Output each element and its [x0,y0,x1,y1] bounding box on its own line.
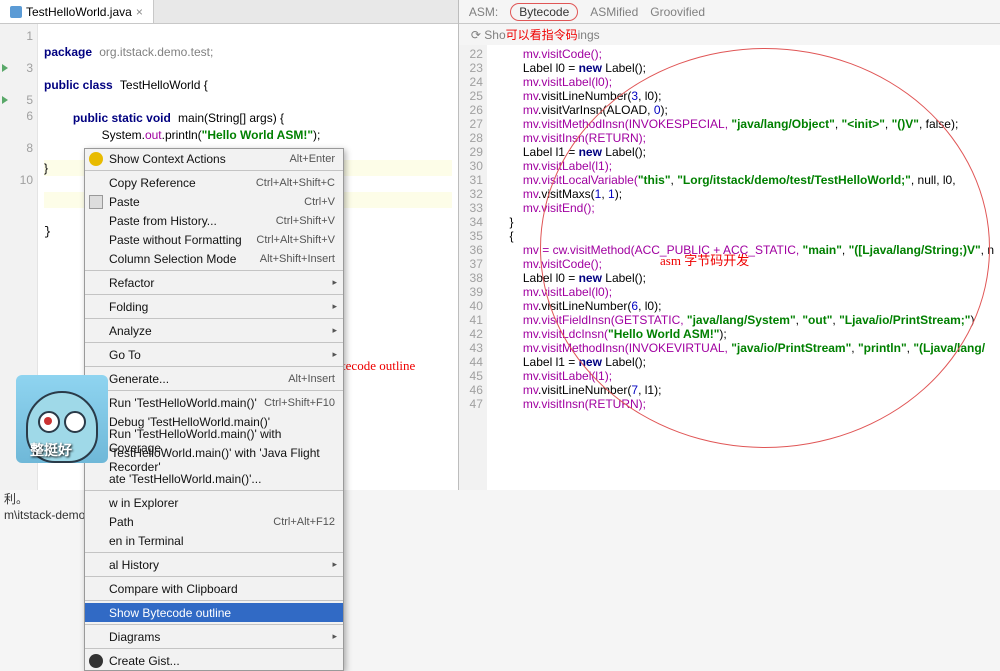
tab-bytecode[interactable]: Bytecode [510,3,578,21]
menu-item[interactable]: Diagrams [85,627,343,646]
menu-item[interactable]: Paste from History...Ctrl+Shift+V [85,211,343,230]
file-tab[interactable]: TestHelloWorld.java × [0,0,154,23]
menu-item[interactable]: Generate...Alt+Insert [85,369,343,388]
asm-label: ASM: [469,5,498,19]
context-menu[interactable]: Show Context ActionsAlt+Enter Copy Refere… [84,148,344,671]
close-icon[interactable]: × [136,5,143,19]
menu-item[interactable]: PathCtrl+Alt+F12 [85,512,343,531]
menu-item[interactable]: al History [85,555,343,574]
hint-row: ⟳ Sho可以看指令码ings [459,24,1000,45]
menu-item[interactable]: en in Terminal [85,531,343,550]
menu-item[interactable]: Show Context ActionsAlt+Enter [85,149,343,168]
menu-item[interactable]: Compare with Clipboard [85,579,343,598]
highlight-ellipse [540,48,990,448]
menu-item[interactable]: Show Bytecode outline [85,603,343,622]
menu-item[interactable]: Go To [85,345,343,364]
menu-item[interactable]: Analyze [85,321,343,340]
menu-item[interactable]: Create Gist... [85,651,343,670]
annotation-asm: asm 字节码开发 [660,250,749,269]
avatar-caption: 整挺好 [30,440,72,460]
tab-asmified[interactable]: ASMified [590,5,638,19]
menu-item[interactable]: Run 'TestHelloWorld.main()'Ctrl+Shift+F1… [85,393,343,412]
menu-item[interactable]: w in Explorer [85,493,343,512]
menu-item[interactable]: Paste without FormattingCtrl+Alt+Shift+V [85,230,343,249]
asm-gutter: 2223242526272829303132333435363738394041… [459,45,487,490]
asm-tabs: ASM: Bytecode ASMified Groovified [459,0,1000,24]
menu-item[interactable]: Folding [85,297,343,316]
tab-groovified[interactable]: Groovified [650,5,705,19]
menu-item[interactable]: ate 'TestHelloWorld.main()'... [85,469,343,488]
file-tab-label: TestHelloWorld.java [26,5,132,19]
menu-item[interactable]: PasteCtrl+V [85,192,343,211]
menu-item[interactable]: Column Selection ModeAlt+Shift+Insert [85,249,343,268]
menu-item[interactable]: 'TestHelloWorld.main()' with 'Java Fligh… [85,450,343,469]
java-icon [10,6,22,18]
editor-tabs: TestHelloWorld.java × [0,0,458,24]
menu-item[interactable]: Refactor [85,273,343,292]
menu-item[interactable]: Copy ReferenceCtrl+Alt+Shift+C [85,173,343,192]
